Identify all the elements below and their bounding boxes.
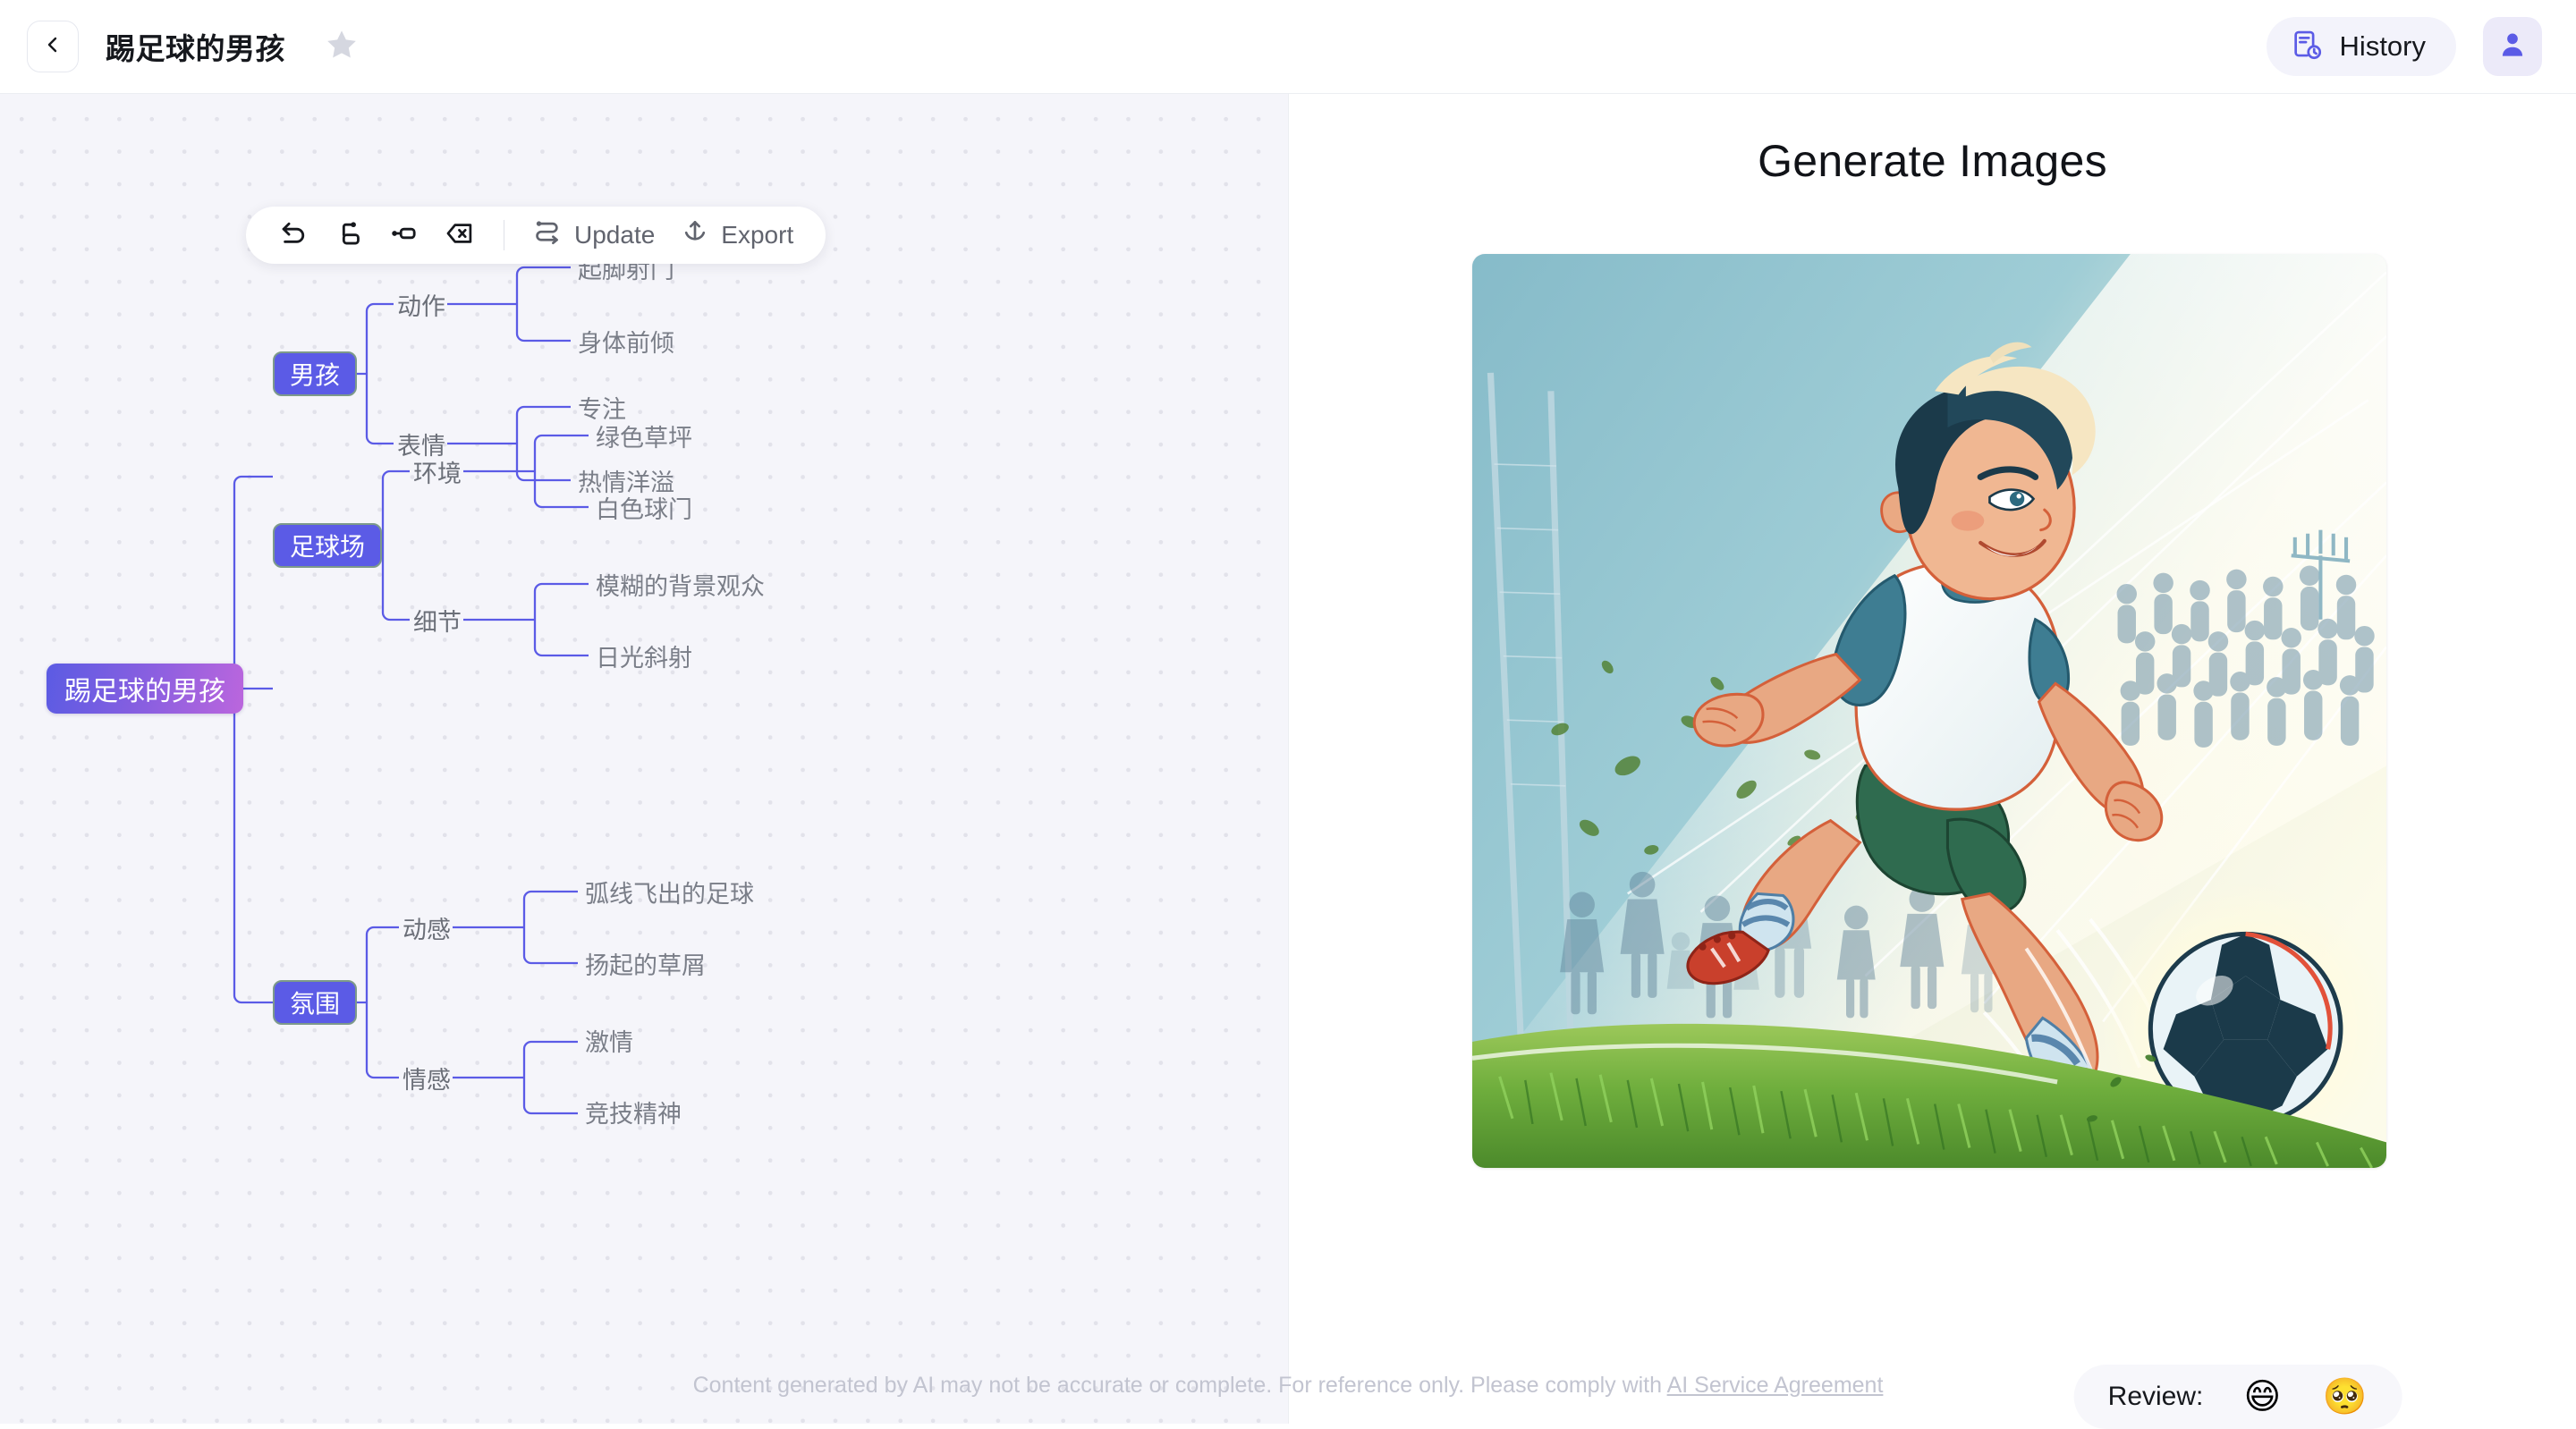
update-button[interactable]: Update (521, 212, 667, 258)
mindmap-root-node[interactable]: 踢足球的男孩 (47, 664, 243, 714)
chevron-left-icon (42, 34, 64, 60)
mindmap-leaf-node-3-2-1[interactable]: 激情 (585, 1020, 633, 1060)
add-sibling-node-icon (334, 218, 364, 253)
user-avatar-icon (2496, 29, 2529, 65)
add-child-node-button[interactable] (377, 212, 432, 258)
generate-images-panel: Generate Images Review: 😄 🥺 (1289, 94, 2576, 1429)
mindmap-leaf-node-3-1-2[interactable]: 扬起的草屑 (585, 943, 706, 983)
back-button[interactable] (27, 21, 79, 72)
mindmap-leaf-node-2-2-1[interactable]: 模糊的背景观众 (596, 564, 765, 604)
ai-disclaimer: Content generated by AI may not be accur… (0, 1373, 2576, 1399)
export-button-label: Export (721, 221, 794, 249)
undo-button[interactable] (266, 212, 321, 258)
mindmap-leaf-node-3-1-1[interactable]: 弧线飞出的足球 (585, 872, 754, 911)
mindmap-leaf-node-3-2-2[interactable]: 竞技精神 (585, 1092, 682, 1131)
app-header: 踢足球的男孩 History (0, 0, 2576, 94)
mindmap-group-node-2-2[interactable]: 细节 (413, 600, 462, 639)
page-title: 踢足球的男孩 (106, 32, 285, 65)
mindmap-toolbar: Update Export (246, 207, 826, 264)
export-button[interactable]: Export (667, 212, 806, 258)
export-upload-icon (680, 218, 710, 253)
document-clock-icon (2290, 28, 2324, 66)
generate-images-title: Generate Images (1758, 136, 2107, 186)
undo-icon (278, 218, 309, 253)
mindmap-group-node-1-1[interactable]: 动作 (397, 284, 445, 324)
update-button-label: Update (574, 221, 656, 249)
ai-service-agreement-link[interactable]: AI Service Agreement (1667, 1373, 1884, 1398)
favorite-star-button[interactable] (321, 26, 362, 67)
mindmap-group-node-2-1[interactable]: 环境 (413, 452, 462, 491)
mindmap-leaf-node-1-1-2[interactable]: 身体前倾 (578, 321, 674, 360)
mindmap-branch-node-1[interactable]: 男孩 (273, 351, 358, 396)
history-button[interactable]: History (2266, 17, 2456, 76)
add-child-node-icon (389, 218, 419, 253)
star-icon (324, 27, 360, 67)
avatar[interactable] (2483, 17, 2542, 76)
mindmap-canvas[interactable]: 踢足球的男孩 男孩 动作 表情 起脚射门 身体前倾 专注 热情洋溢 足球场 环境… (0, 94, 1288, 1424)
mindmap-leaf-node-2-1-2[interactable]: 白色球门 (596, 487, 692, 527)
mindmap-group-node-3-2[interactable]: 情感 (402, 1058, 451, 1097)
delete-node-button[interactable] (432, 212, 487, 258)
header-actions: History (2266, 17, 2542, 76)
history-button-label: History (2339, 30, 2426, 62)
ai-disclaimer-text: Content generated by AI may not be accur… (692, 1373, 1667, 1398)
mindmap-group-node-3-1[interactable]: 动感 (402, 908, 451, 947)
delete-node-icon (445, 218, 475, 253)
mindmap-branch-node-2[interactable]: 足球场 (273, 523, 383, 568)
mindmap-leaf-node-2-2-2[interactable]: 日光斜射 (596, 636, 692, 675)
add-sibling-node-button[interactable] (321, 212, 377, 258)
mindmap-leaf-node-2-1-1[interactable]: 绿色草坪 (596, 416, 692, 455)
mindmap-connectors (200, 266, 589, 1115)
mindmap-branch-node-3[interactable]: 氛围 (273, 980, 358, 1025)
generated-image[interactable] (1472, 254, 2386, 1168)
update-flow-icon (533, 218, 564, 253)
